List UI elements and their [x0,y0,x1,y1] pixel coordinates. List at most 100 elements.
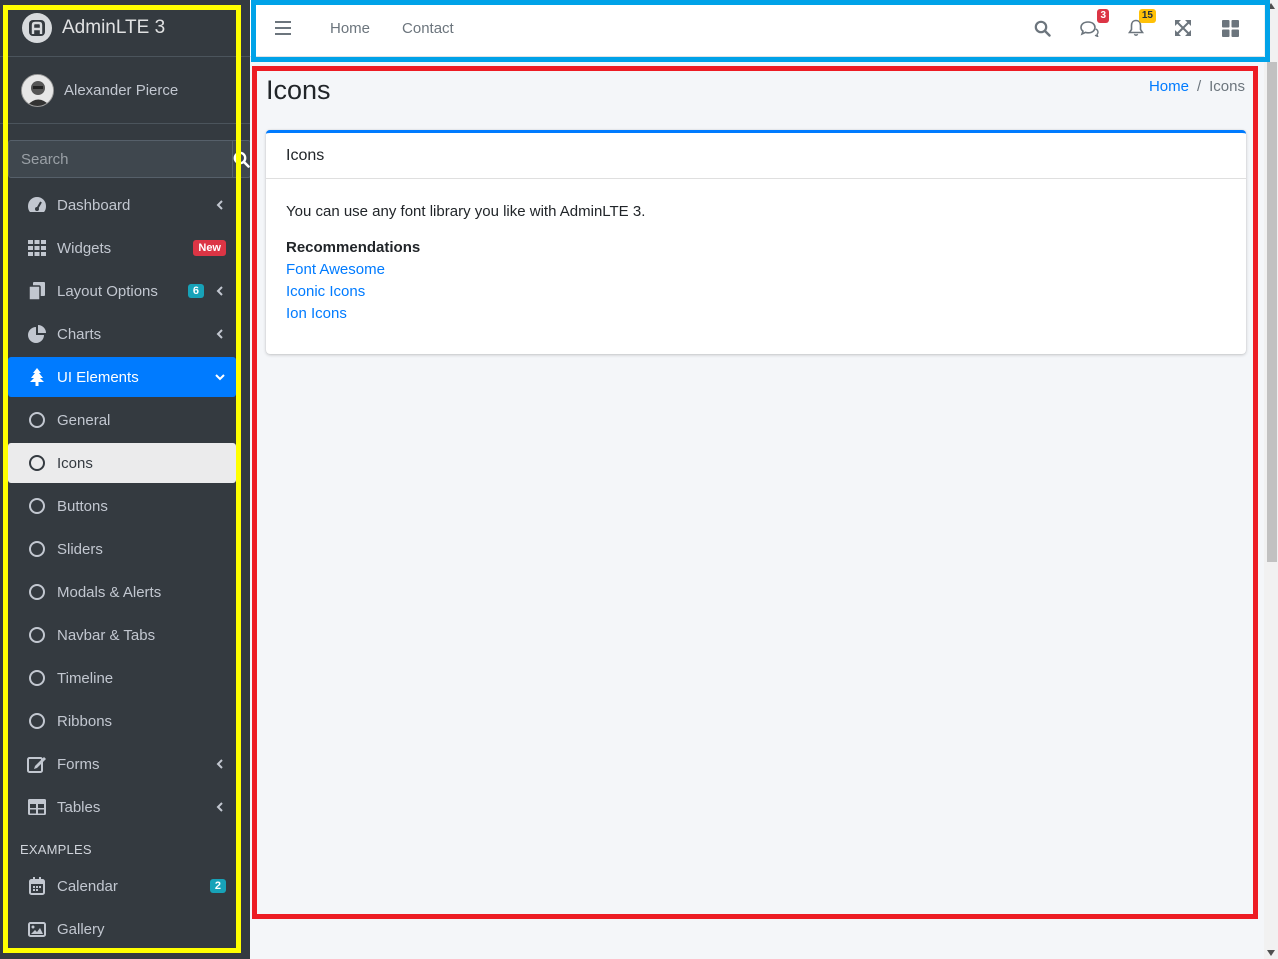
th-large-icon [1221,19,1239,37]
sidebar-item-calendar[interactable]: Calendar 2 [8,866,236,906]
recommendations-heading: Recommendations [286,239,421,256]
table-icon [27,797,47,817]
sidebar-item-label: Sliders [57,540,103,558]
sidebar-item-charts[interactable]: Charts [8,314,236,354]
sidebar-item-modals-alerts[interactable]: Modals & Alerts [8,572,236,612]
link-font-awesome[interactable]: Font Awesome [286,261,1226,278]
calendar-icon [27,876,47,896]
sidebar-item-label: Layout Options [57,282,158,300]
sidebar-item-label: Widgets [57,239,112,257]
breadcrumb: Home / Icons [1149,78,1245,95]
sidebar-nav: Dashboard Widgets New Layout Options 6 C… [0,185,250,949]
sidebar-item-label: Buttons [57,497,108,515]
sidebar-item-label: UI Elements [57,368,139,386]
scroll-up-arrow-icon[interactable] [1267,3,1275,9]
chevron-down-icon [215,374,225,381]
navbar-search-button[interactable] [1032,18,1052,38]
circle-icon [27,539,47,559]
user-name[interactable]: Alexander Pierce [64,82,178,99]
sidebar-item-label: Gallery [57,920,105,938]
nav-header-examples: EXAMPLES [20,842,92,857]
breadcrumb-separator: / [1196,78,1202,95]
sidebar-item-timeline[interactable]: Timeline [8,658,236,698]
search-input[interactable] [8,140,232,178]
sidebar-item-general[interactable]: General [8,400,236,440]
link-ion-icons[interactable]: Ion Icons [286,305,1226,322]
sidebar-item-ribbons[interactable]: Ribbons [8,701,236,741]
sidebar-item-label: Timeline [57,669,114,687]
card-title: Icons [266,133,1246,179]
card-intro-text: You can use any font library you like wi… [286,203,646,220]
new-badge: New [193,240,226,256]
chevron-left-icon [216,329,223,339]
sidebar-item-label: Modals & Alerts [57,583,162,601]
chevron-left-icon [216,200,223,210]
sidebar-item-forms[interactable]: Forms [8,744,236,784]
edit-icon [27,754,47,774]
sidebar-item-label: Navbar & Tabs [57,626,156,644]
sidebar-item-ui-elements[interactable]: UI Elements [8,357,236,397]
count-badge: 6 [187,284,204,298]
sidebar-item-layout-options[interactable]: Layout Options 6 [8,271,236,311]
sidebar-search [8,140,250,178]
user-panel[interactable]: Alexander Pierce [0,57,250,124]
search-icon [233,151,250,168]
expand-arrows-icon [1175,20,1191,36]
sidebar-item-label: Ribbons [57,712,113,730]
search-button[interactable] [232,140,250,178]
scroll-thumb[interactable] [1267,62,1277,562]
avatar [21,73,54,107]
brand-link[interactable]: AdminLTE 3 [0,0,250,57]
chevron-left-icon [216,802,223,812]
notifications-count-badge: 15 [1138,9,1156,23]
sidebar-item-widgets[interactable]: Widgets New [8,228,236,268]
nav-link-contact[interactable]: Contact [402,20,454,37]
image-icon [27,919,47,939]
page-scrollbar[interactable] [1264,0,1278,959]
sidebar-item-dashboard[interactable]: Dashboard [8,185,236,225]
sidebar-item-navbar-tabs[interactable]: Navbar & Tabs [8,615,236,655]
circle-icon [27,410,47,430]
sidebar-item-label: Tables [57,798,101,816]
main-sidebar: AdminLTE 3 Alexander Pierce Dashboard Wi… [0,0,250,959]
copy-icon [27,281,47,301]
icons-card: Icons You can use any font library you l… [266,130,1246,354]
sidebar-item-label: Icons [57,454,93,472]
search-icon [1034,20,1051,37]
messages-dropdown[interactable]: 3 [1079,9,1109,38]
sidebar-item-icons[interactable]: Icons [8,443,236,483]
breadcrumb-current: Icons [1209,78,1245,95]
circle-icon [27,668,47,688]
notifications-dropdown[interactable]: 15 [1126,9,1156,38]
scroll-down-arrow-icon[interactable] [1267,950,1275,956]
chevron-left-icon [216,759,223,769]
breadcrumb-home-link[interactable]: Home [1149,78,1189,95]
sidebar-item-buttons[interactable]: Buttons [8,486,236,526]
sidebar-item-label: General [57,411,111,429]
count-badge: 2 [209,879,226,893]
messages-count-badge: 3 [1097,9,1109,23]
sidebar-item-gallery[interactable]: Gallery [8,909,236,949]
card-body: You can use any font library you like wi… [266,179,1246,351]
sidebar-item-label: Calendar [57,877,118,895]
page-title: Icons [266,75,331,105]
sidebar-item-tables[interactable]: Tables [8,787,236,827]
circle-icon [27,582,47,602]
circle-icon [27,625,47,645]
chevron-left-icon [216,286,223,296]
pie-chart-icon [27,324,47,344]
sidebar-item-sliders[interactable]: Sliders [8,529,236,569]
hamburger-menu-icon[interactable] [275,21,291,35]
link-iconic-icons[interactable]: Iconic Icons [286,283,1226,300]
control-sidebar-button[interactable] [1220,18,1240,38]
sidebar-item-label: Charts [57,325,102,343]
tachometer-icon [27,195,47,215]
circle-icon [27,496,47,516]
sidebar-item-label: Dashboard [57,196,131,214]
th-grid-icon [27,238,47,258]
brand-logo-icon [22,13,52,43]
comments-icon [1079,20,1099,37]
brand-text: AdminLTE 3 [62,17,166,38]
fullscreen-button[interactable] [1173,18,1193,38]
nav-link-home[interactable]: Home [330,20,370,37]
